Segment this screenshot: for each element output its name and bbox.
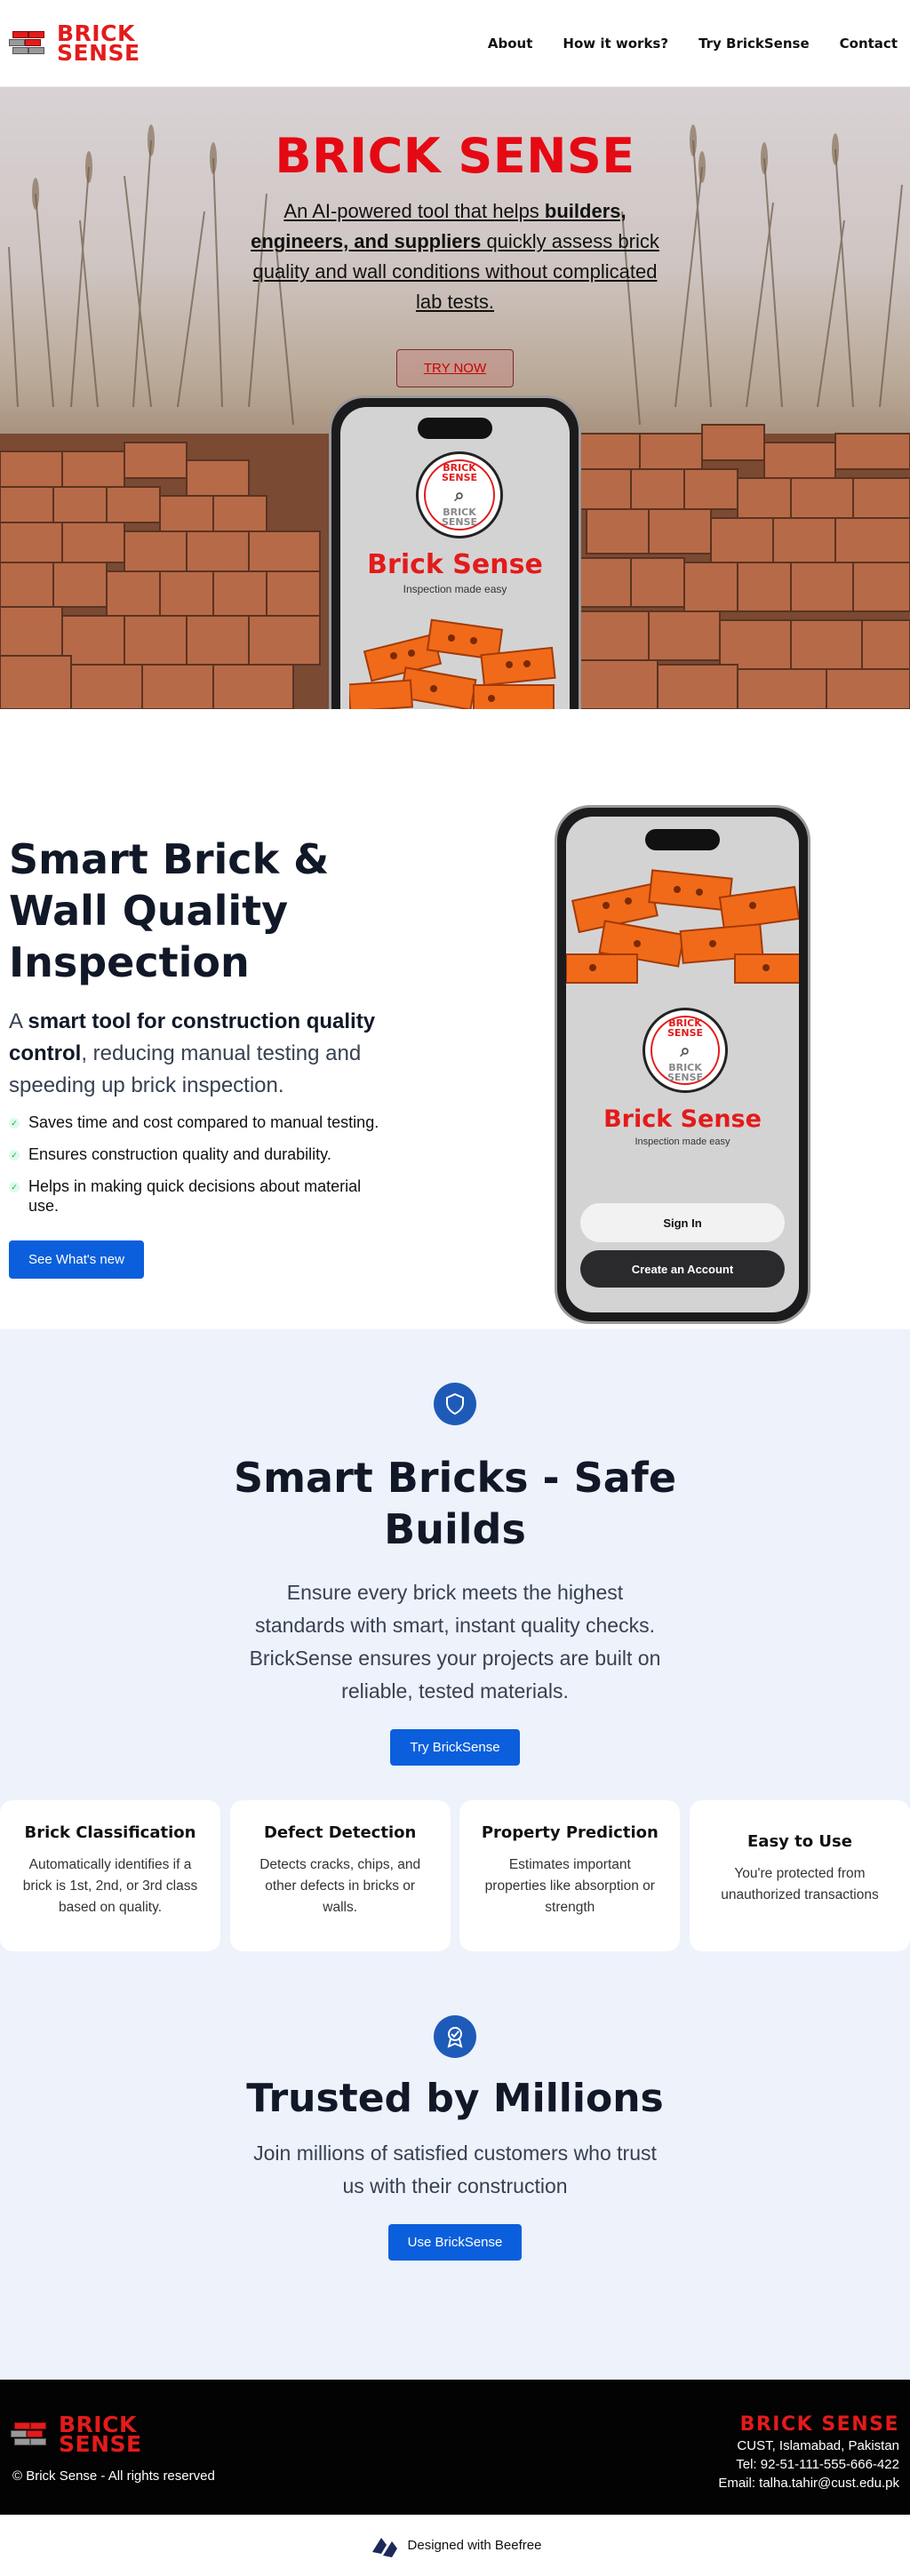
orange-bricks-image — [349, 618, 556, 709]
app-name: Brick Sense — [603, 1105, 762, 1133]
card-text: Automatically identifies if a brick is 1… — [22, 1857, 198, 1915]
orange-bricks-image — [566, 869, 799, 984]
card-text: You're protected from unauthorized trans… — [721, 1866, 879, 1902]
footer-brand: BRICK SENSE — [739, 2413, 899, 2436]
card-title: Brick Classification — [24, 1823, 196, 1842]
top-nav: BRICK SENSE About How it works? Try Bric… — [0, 0, 910, 87]
try-now-button[interactable]: TRY NOW — [395, 349, 515, 387]
card-defect-detection: Defect Detection Detects cracks, chips, … — [229, 1800, 451, 1951]
app-seal-logo: BRICK SENSE ⌕ BRICK SENSE — [643, 1008, 728, 1093]
shield-icon — [434, 1383, 476, 1425]
hero-subtitle: An AI-powered tool that helps builders, … — [237, 196, 673, 317]
brand-logo[interactable]: BRICK SENSE — [9, 22, 140, 66]
logo-line-2: SENSE — [57, 39, 140, 66]
card-brick-classification: Brick Classification Automatically ident… — [0, 1800, 220, 1951]
feature-section: Smart Brick & Wall Quality Inspection A … — [0, 709, 910, 1329]
nav-link-try-bricksense[interactable]: Try BrickSense — [698, 36, 810, 52]
magnifier-icon: ⌕ — [454, 484, 465, 506]
footer-logo[interactable]: BRICK SENSE — [11, 2413, 142, 2457]
seal-text-top: BRICK SENSE — [441, 462, 478, 483]
hero-title: BRICK SENSE — [275, 128, 635, 184]
use-bricksense-button[interactable]: Use BrickSense — [387, 2224, 523, 2261]
see-whats-new-button[interactable]: See What's new — [9, 1240, 144, 1279]
card-property-prediction: Property Prediction Estimates important … — [459, 1800, 681, 1951]
footer-tel: Tel: 92-51-111-555-666-422 — [736, 2457, 899, 2472]
check-icon: ✓ — [9, 1118, 20, 1128]
card-text: Detects cracks, chips, and other defects… — [259, 1857, 421, 1915]
nav-link-about[interactable]: About — [488, 36, 533, 52]
safe-builds-section: Smart Bricks - Safe Builds Ensure every … — [0, 1329, 910, 1969]
card-text: Estimates important properties like abso… — [484, 1857, 655, 1915]
award-badge-icon — [434, 2015, 476, 2058]
app-tagline: Inspection made easy — [403, 583, 507, 595]
check-icon: ✓ — [9, 1150, 20, 1160]
app-tagline: Inspection made easy — [635, 1136, 730, 1147]
brick-logo-icon — [11, 2417, 53, 2452]
phone-notch — [645, 829, 720, 850]
feature-bullet: ✓ Helps in making quick decisions about m… — [9, 1176, 391, 1216]
sign-in-button[interactable]: Sign In — [580, 1203, 785, 1242]
nav-link-how-it-works[interactable]: How it works? — [563, 36, 668, 52]
logo-line-2: SENSE — [59, 2431, 142, 2457]
card-title: Defect Detection — [263, 1823, 417, 1842]
footer-contact: BRICK SENSE CUST, Islamabad, Pakistan Te… — [718, 2413, 899, 2492]
footer-copyright: © Brick Sense - All rights reserved — [12, 2468, 215, 2484]
footer-email[interactable]: Email: talha.tahir@cust.edu.pk — [718, 2474, 899, 2492]
feature-cards: Brick Classification Automatically ident… — [0, 1800, 910, 1951]
feature-bullet: ✓ Ensures construction quality and durabi… — [9, 1144, 391, 1164]
nav-link-contact[interactable]: Contact — [840, 36, 898, 52]
trust-title: Trusted by Millions — [246, 2076, 664, 2121]
seal-text-bottom: BRICK SENSE — [441, 506, 478, 528]
feature-desc-pre: A — [9, 1009, 28, 1033]
brick-logo-icon — [9, 26, 52, 61]
seal-text-bottom: BRICK SENSE — [667, 1062, 704, 1083]
card-title: Property Prediction — [481, 1823, 659, 1842]
app-seal-logo: BRICK SENSE ⌕ BRICK SENSE — [416, 451, 503, 538]
safe-builds-title: Smart Bricks - Safe Builds — [233, 1454, 677, 1553]
check-icon: ✓ — [9, 1182, 20, 1192]
card-easy-to-use: Easy to Use You're protected from unauth… — [689, 1800, 910, 1951]
app-name: Brick Sense — [367, 549, 543, 580]
nav-links: About How it works? Try BrickSense Conta… — [488, 36, 898, 52]
phone-notch — [418, 418, 492, 439]
designed-with-banner[interactable]: Designed with Beefree — [0, 2515, 910, 2576]
feature-bullet-list: ✓ Saves time and cost compared to manual … — [9, 1113, 391, 1216]
create-account-button[interactable]: Create an Account — [580, 1250, 785, 1288]
seal-text-top: BRICK SENSE — [667, 1017, 704, 1039]
safe-builds-description: Ensure every brick meets the highest sta… — [249, 1581, 661, 1703]
feature-bullet: ✓ Saves time and cost compared to manual … — [9, 1113, 391, 1132]
footer-address: CUST, Islamabad, Pakistan — [737, 2438, 899, 2453]
feature-description: A smart tool for construction quality co… — [9, 1006, 391, 1102]
card-title: Easy to Use — [747, 1832, 852, 1851]
feature-title: Smart Brick & Wall Quality Inspection — [9, 835, 330, 986]
trust-section: Trusted by Millions Join millions of sat… — [0, 1969, 910, 2380]
feature-phone-mockup: BRICK SENSE ⌕ BRICK SENSE Brick Sense Insp… — [555, 805, 810, 1324]
trust-description: Join millions of satisfied customers who… — [253, 2141, 657, 2197]
magnifier-icon: ⌕ — [680, 1040, 690, 1061]
footer: BRICK SENSE © Brick Sense - All rights r… — [0, 2380, 910, 2515]
hero-section: BRICK SENSE An AI-powered tool that help… — [0, 87, 910, 709]
hero-phone-mockup: BRICK SENSE ⌕ BRICK SENSE Brick Sense Insp… — [329, 395, 581, 709]
beefree-logo-icon — [371, 2537, 397, 2557]
try-bricksense-button[interactable]: Try BrickSense — [390, 1729, 520, 1766]
designed-with-text: Designed with Beefree — [407, 2538, 542, 2553]
hero-subtitle-pre: An AI-powered tool that helps — [283, 200, 545, 222]
